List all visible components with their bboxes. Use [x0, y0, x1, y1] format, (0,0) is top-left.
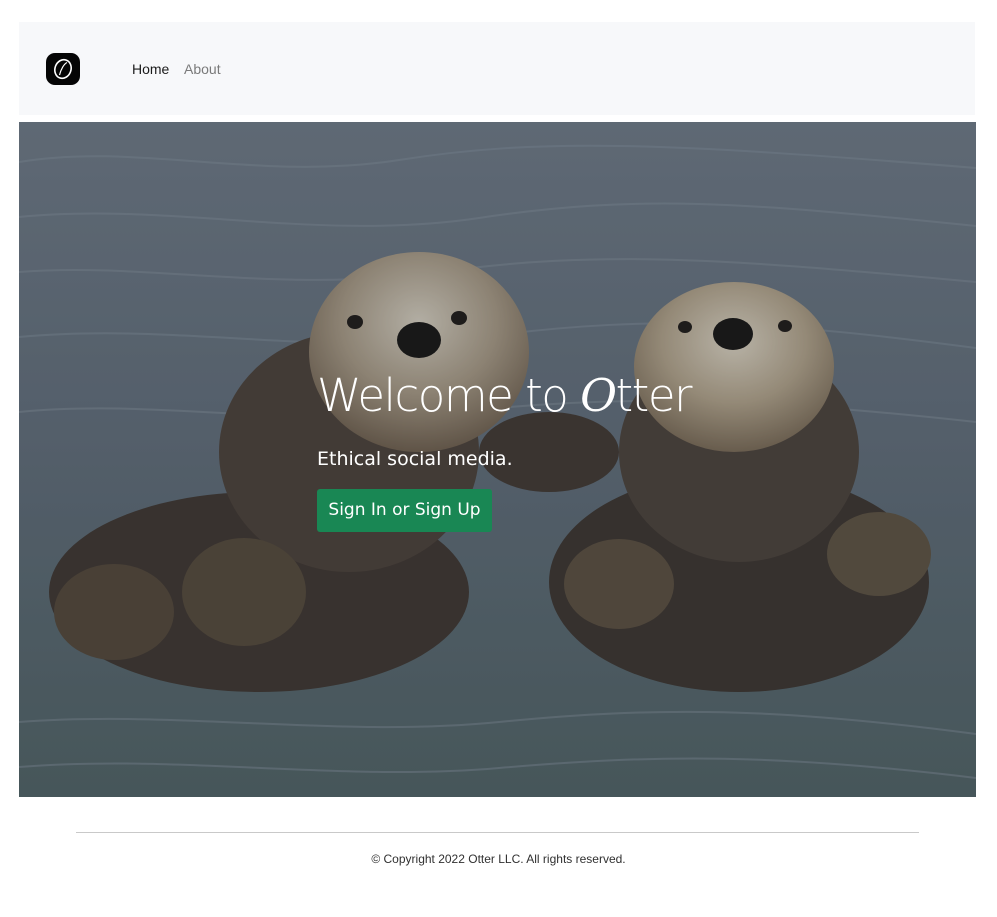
otter-logo-glyph — [54, 58, 72, 80]
footer-copyright: © Copyright 2022 Otter LLC. All rights r… — [371, 852, 626, 866]
hero-title-brand-rest: tter — [615, 369, 693, 422]
navbar: Home About — [19, 22, 975, 115]
hero-title-brand-initial: O — [580, 369, 617, 422]
hero-subtitle: Ethical social media. — [317, 448, 513, 470]
otter-logo-icon[interactable] — [46, 53, 80, 85]
footer-divider — [76, 832, 919, 833]
sign-in-sign-up-button[interactable]: Sign In or Sign Up — [317, 489, 492, 532]
hero-section: Welcome to Otter Ethical social media. S… — [19, 122, 976, 797]
hero-title: Welcome to Otter — [317, 368, 693, 424]
nav-home-link[interactable]: Home — [132, 60, 169, 78]
hero-title-prefix: Welcome to — [317, 369, 581, 422]
nav-about-link[interactable]: About — [184, 60, 221, 78]
